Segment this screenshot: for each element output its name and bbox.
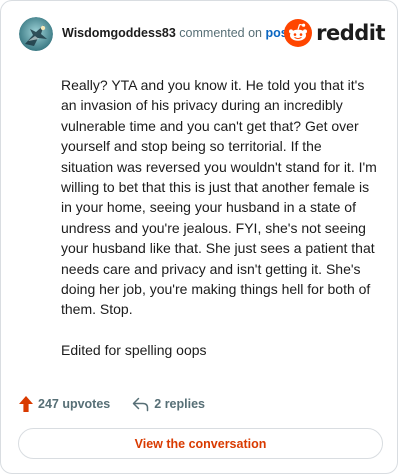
comment-header: Wisdomgoddess83 commented on post reddit <box>17 15 385 55</box>
upvote-count[interactable]: 247 upvotes <box>19 396 110 412</box>
comment-card: Wisdomgoddess83 commented on post reddit… <box>0 0 398 474</box>
reddit-snoo-icon <box>284 19 313 47</box>
view-conversation-button[interactable]: View the conversation <box>18 428 383 459</box>
brand-wordmark: reddit <box>316 21 385 45</box>
upvote-arrow-icon <box>19 396 33 412</box>
username[interactable]: Wisdomgoddess83 <box>62 26 176 40</box>
reddit-logo[interactable]: reddit <box>284 18 385 48</box>
avatar[interactable] <box>19 17 53 51</box>
reply-label: 2 replies <box>154 397 205 411</box>
comment-edit-note: Edited for spelling oops <box>61 341 207 358</box>
comment-paragraph: Really? YTA and you know it. He told you… <box>61 77 377 318</box>
reply-arrow-icon <box>133 397 149 411</box>
comment-body: Really? YTA and you know it. He told you… <box>61 75 377 380</box>
upvote-label: 247 upvotes <box>38 397 111 411</box>
comment-meta: Wisdomgoddess83 commented on post <box>62 26 292 40</box>
reply-count[interactable]: 2 replies <box>132 397 205 412</box>
action-text: commented on <box>179 26 262 40</box>
comment-stats: 247 upvotes 2 replies <box>19 393 205 415</box>
user-avatar-icon <box>19 17 53 51</box>
